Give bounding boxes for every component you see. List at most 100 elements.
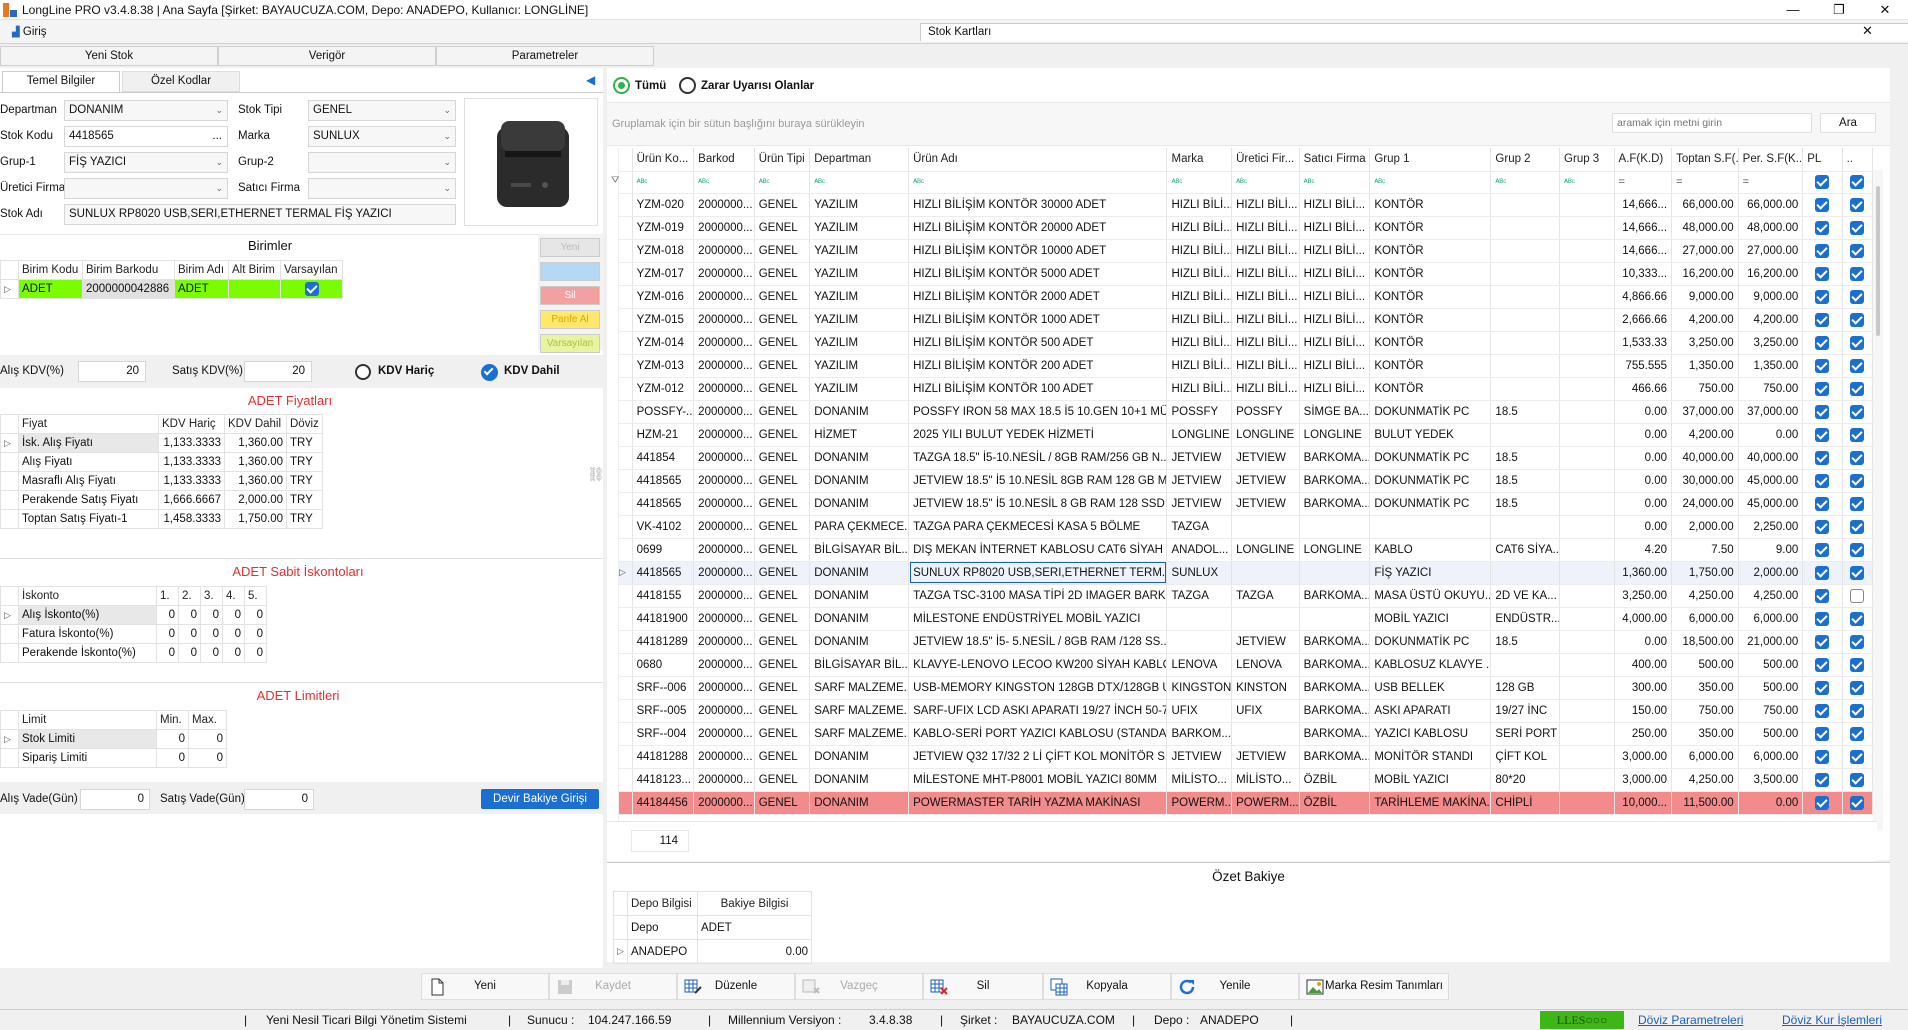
search-input[interactable] bbox=[1612, 113, 1812, 133]
col-iskonto[interactable]: İskonto bbox=[18, 586, 157, 606]
grup1-select[interactable]: FİŞ YAZICI ⌄ bbox=[64, 152, 228, 173]
row-checkbox[interactable] bbox=[1802, 515, 1843, 539]
ellipsis-button[interactable]: ... bbox=[212, 127, 222, 146]
col-header[interactable]: Barkod bbox=[693, 148, 755, 172]
row-checkbox[interactable] bbox=[1802, 400, 1843, 424]
col-header[interactable]: Grup 2 bbox=[1490, 148, 1561, 172]
birim-panfe-button[interactable]: Panfe Al bbox=[540, 310, 600, 329]
col-header[interactable]: Ürün Adı bbox=[908, 148, 1168, 172]
col-header[interactable]: Marka bbox=[1166, 148, 1233, 172]
col-header[interactable]: Grup 1 bbox=[1369, 148, 1492, 172]
table-row[interactable]: 4418155 2000000... GENEL DONANIM TAZGA TSC-3… bbox=[619, 584, 1874, 608]
col-min[interactable]: Min. bbox=[156, 710, 189, 730]
table-row[interactable]: HZM-21 2000000... GENEL HİZMET 2025 YILI BUL… bbox=[619, 423, 1874, 447]
table-row[interactable]: ▷ Alış İskonto(%) 0 0 0 0 0 bbox=[0, 605, 267, 625]
table-row[interactable]: YZM-017 2000000... GENEL YAZILIM HIZLI BİLİŞ… bbox=[619, 262, 1874, 286]
row-checkbox[interactable] bbox=[1842, 630, 1874, 654]
col-kdv-dahil[interactable]: KDV Dahil bbox=[224, 414, 287, 434]
stok-tipi-select[interactable]: GENEL ⌄ bbox=[308, 100, 456, 121]
col-header[interactable]: .. bbox=[1842, 148, 1874, 172]
table-row[interactable]: SRF--004 2000000... GENEL SARF MALZEME... KA… bbox=[619, 722, 1874, 746]
tab-verigor[interactable]: Verigör bbox=[218, 46, 436, 66]
link-icon[interactable]: ⛓ bbox=[587, 466, 605, 483]
row-checkbox[interactable] bbox=[1802, 193, 1843, 217]
table-row[interactable]: 44184456 2000000... GENEL DONANIM POWERMASTE… bbox=[619, 791, 1874, 815]
tumu-radio[interactable] bbox=[613, 77, 630, 94]
row-checkbox[interactable] bbox=[1802, 745, 1843, 769]
row-checkbox[interactable] bbox=[1842, 791, 1874, 815]
row-checkbox[interactable] bbox=[1802, 768, 1843, 792]
col-kdv-haric[interactable]: KDV Hariç bbox=[158, 414, 225, 434]
row-checkbox[interactable] bbox=[1842, 561, 1874, 585]
restore-icon[interactable]: ❐ bbox=[1816, 0, 1862, 20]
yenile-button[interactable]: Yenile bbox=[1171, 973, 1299, 1000]
row-checkbox[interactable] bbox=[1842, 423, 1874, 447]
table-row[interactable]: SRF--006 2000000... GENEL SARF MALZEME... US… bbox=[619, 676, 1874, 700]
table-row[interactable]: Perakende İskonto(%) 0 0 0 0 0 bbox=[0, 643, 267, 663]
kopyala-button[interactable]: Kopyala bbox=[1043, 973, 1171, 1000]
table-row[interactable]: YZM-014 2000000... GENEL YAZILIM HIZLI BİLİŞ… bbox=[619, 331, 1874, 355]
filter-cell[interactable]: = bbox=[1671, 171, 1739, 194]
col-alt-birim[interactable]: Alt Birim bbox=[228, 260, 281, 280]
filter-cell[interactable]: = bbox=[1738, 171, 1804, 194]
table-row[interactable]: YZM-012 2000000... GENEL YAZILIM HIZLI BİLİŞ… bbox=[619, 377, 1874, 401]
filter-cell[interactable]: ᴬᴮᶜ bbox=[908, 171, 1168, 194]
sil-button[interactable]: Sil bbox=[923, 973, 1043, 1000]
row-checkbox[interactable] bbox=[1802, 216, 1843, 240]
table-row[interactable]: 0680 2000000... GENEL BİLGİSAYAR BİL... KLAV… bbox=[619, 653, 1874, 677]
filter-checkbox[interactable] bbox=[1802, 171, 1843, 194]
row-checkbox[interactable] bbox=[1802, 262, 1843, 286]
col-header[interactable]: PL bbox=[1802, 148, 1843, 172]
grup2-select[interactable]: ⌄ bbox=[308, 152, 456, 173]
row-checkbox[interactable] bbox=[1842, 469, 1874, 493]
table-row[interactable]: 4418565 2000000... GENEL DONANIM JETVIEW 18.… bbox=[619, 492, 1874, 516]
row-checkbox[interactable] bbox=[1842, 653, 1874, 677]
table-row[interactable]: 4418123... 2000000... GENEL DONANIM MİLESTON… bbox=[619, 768, 1874, 792]
birim-edit-button[interactable] bbox=[540, 262, 600, 281]
row-checkbox[interactable] bbox=[1842, 193, 1874, 217]
col-depo-bilgisi[interactable]: Depo Bilgisi bbox=[627, 891, 698, 916]
col-header[interactable]: Grup 3 bbox=[1559, 148, 1615, 172]
filter-cell[interactable]: ᴬᴮᶜ bbox=[693, 171, 755, 194]
ara-button[interactable]: Ara bbox=[1820, 113, 1876, 133]
col-header[interactable]: Toptan S.F(... bbox=[1671, 148, 1739, 172]
table-row[interactable]: YZM-013 2000000... GENEL YAZILIM HIZLI BİLİŞ… bbox=[619, 354, 1874, 378]
row-checkbox[interactable] bbox=[1802, 377, 1843, 401]
col-header[interactable]: Üretici Fir... bbox=[1231, 148, 1300, 172]
col-birim-barkodu[interactable]: Birim Barkodu bbox=[82, 260, 175, 280]
row-checkbox[interactable] bbox=[1842, 722, 1874, 746]
table-row[interactable]: Toptan Satış Fiyatı-1 1,458.3333 1,750.00 T… bbox=[0, 509, 323, 529]
filter-cell[interactable]: ᴬᴮᶜ bbox=[809, 171, 910, 194]
row-checkbox[interactable] bbox=[1802, 239, 1843, 263]
table-row[interactable]: Alış Fiyatı 1,133.3333 1,360.00 TRY bbox=[0, 452, 323, 472]
row-checkbox[interactable] bbox=[1842, 239, 1874, 263]
table-row[interactable]: YZM-016 2000000... GENEL YAZILIM HIZLI BİLİŞ… bbox=[619, 285, 1874, 309]
tab-parametreler[interactable]: Parametreler bbox=[436, 46, 654, 66]
stok-kodu-input[interactable]: 4418565... bbox=[64, 126, 228, 147]
devir-bakiye-button[interactable]: Devir Bakiye Girişi bbox=[481, 789, 599, 809]
row-checkbox[interactable] bbox=[1842, 446, 1874, 470]
filter-cell[interactable]: ᴬᴮᶜ bbox=[632, 171, 695, 194]
table-row[interactable]: ▷ ADET 2000000042886 ADET bbox=[0, 279, 343, 299]
col-header[interactable]: Departman bbox=[809, 148, 910, 172]
birim-varsayilan-button[interactable]: Varsayılan bbox=[540, 334, 600, 353]
row-checkbox[interactable] bbox=[1802, 308, 1843, 332]
table-row[interactable]: YZM-015 2000000... GENEL YAZILIM HIZLI BİLİŞ… bbox=[619, 308, 1874, 332]
birim-yeni-button[interactable]: Yeni bbox=[540, 238, 600, 257]
row-checkbox[interactable] bbox=[1842, 262, 1874, 286]
row-checkbox[interactable] bbox=[1842, 216, 1874, 240]
col-varsayilan[interactable]: Varsayılan bbox=[280, 260, 343, 280]
col-header[interactable]: Satıcı Firma bbox=[1299, 148, 1371, 172]
table-row[interactable]: 0699 2000000... GENEL BİLGİSAYAR BİL... DIŞ … bbox=[619, 538, 1874, 562]
tab-giris[interactable]: ▟ Giriş bbox=[4, 22, 55, 44]
row-checkbox[interactable] bbox=[1842, 377, 1874, 401]
filter-checkbox[interactable] bbox=[1842, 171, 1874, 194]
minimize-icon[interactable]: — bbox=[1770, 0, 1816, 20]
col-birim-kodu[interactable]: Birim Kodu bbox=[18, 260, 83, 280]
table-row[interactable]: Perakende Satış Fiyatı 1,666.6667 2,000.00… bbox=[0, 490, 323, 510]
doviz-parametreleri-link[interactable]: Döviz Parametreleri bbox=[1638, 1010, 1743, 1030]
row-checkbox[interactable] bbox=[1802, 791, 1843, 815]
grid-scrollbar[interactable] bbox=[1873, 170, 1883, 830]
row-checkbox[interactable] bbox=[1842, 285, 1874, 309]
tab-temel-bilgiler[interactable]: Temel Bilgiler bbox=[2, 71, 120, 92]
